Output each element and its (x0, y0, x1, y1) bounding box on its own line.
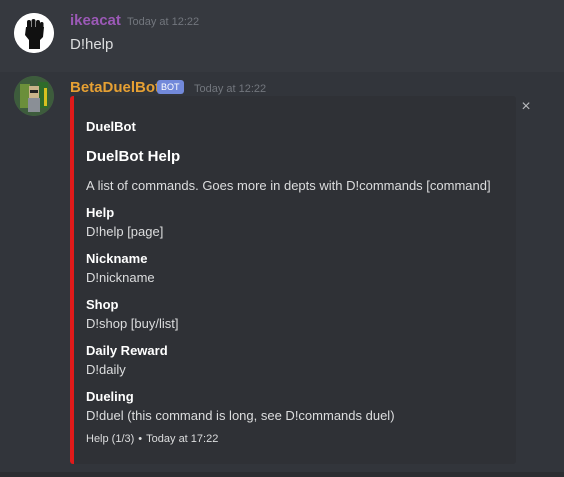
embed-author: DuelBot (86, 119, 136, 134)
footer-timestamp: Today at 17:22 (146, 433, 219, 445)
embed-field-name: Help (86, 205, 115, 220)
divider (0, 472, 564, 477)
username[interactable]: ikeacat (70, 12, 121, 29)
bot-character-icon (14, 76, 54, 116)
embed-description: A list of commands. Goes more in depts w… (86, 178, 491, 193)
message-betaduelbot: BetaDuelBot BOT Today at 12:22 × DuelBot… (0, 72, 564, 472)
message-ikeacat: ikeacat Today at 12:22 D!help (0, 0, 564, 72)
footer-separator: • (138, 433, 143, 445)
footer-text: Help (1/3) (86, 433, 135, 445)
user-avatar[interactable] (14, 13, 54, 53)
embed-field-value: D!shop [buy/list] (86, 316, 179, 331)
embed-field-name: Nickname (86, 251, 148, 266)
embed-field-value: D!duel (this command is long, see D!comm… (86, 408, 395, 423)
message-content: D!help (70, 36, 114, 53)
embed-field-value: D!daily (86, 362, 126, 377)
bot-username[interactable]: BetaDuelBot (70, 79, 160, 96)
embed-field-name: Dueling (86, 389, 134, 404)
timestamp: Today at 12:22 (127, 16, 200, 28)
raised-fist-icon (14, 13, 54, 53)
embed-title: DuelBot Help (86, 148, 181, 165)
bot-avatar[interactable] (14, 76, 54, 116)
embed-card: DuelBot DuelBot Help A list of commands.… (70, 96, 516, 464)
bot-badge: BOT (157, 80, 184, 94)
embed-footer: Help (1/3) • Today at 17:22 (86, 433, 218, 445)
embed-field-name: Daily Reward (86, 343, 168, 358)
close-icon[interactable]: × (518, 99, 534, 115)
timestamp: Today at 12:22 (194, 83, 267, 95)
embed-field-value: D!nickname (86, 270, 155, 285)
embed-field-name: Shop (86, 297, 119, 312)
embed-field-value: D!help [page] (86, 224, 164, 239)
